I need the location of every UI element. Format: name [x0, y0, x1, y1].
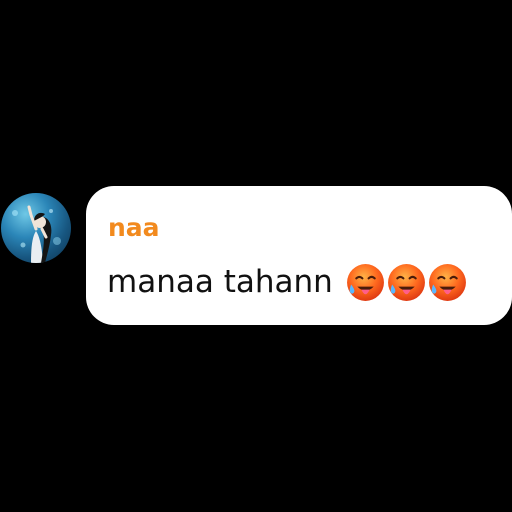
- chat-stage: naa manaa tahann: [0, 0, 512, 512]
- message-row: manaa tahann: [107, 260, 468, 304]
- hot-face-emoji: [346, 263, 384, 301]
- avatar-image: [12, 205, 61, 263]
- hot-face-emoji: [428, 263, 466, 301]
- message-text: manaa tahann: [107, 264, 333, 300]
- emoji-group: [345, 262, 468, 303]
- hot-face-emoji: [387, 263, 425, 301]
- message-bubble[interactable]: naa manaa tahann: [86, 186, 512, 325]
- sender-name: naa: [108, 213, 160, 242]
- avatar[interactable]: [1, 193, 71, 263]
